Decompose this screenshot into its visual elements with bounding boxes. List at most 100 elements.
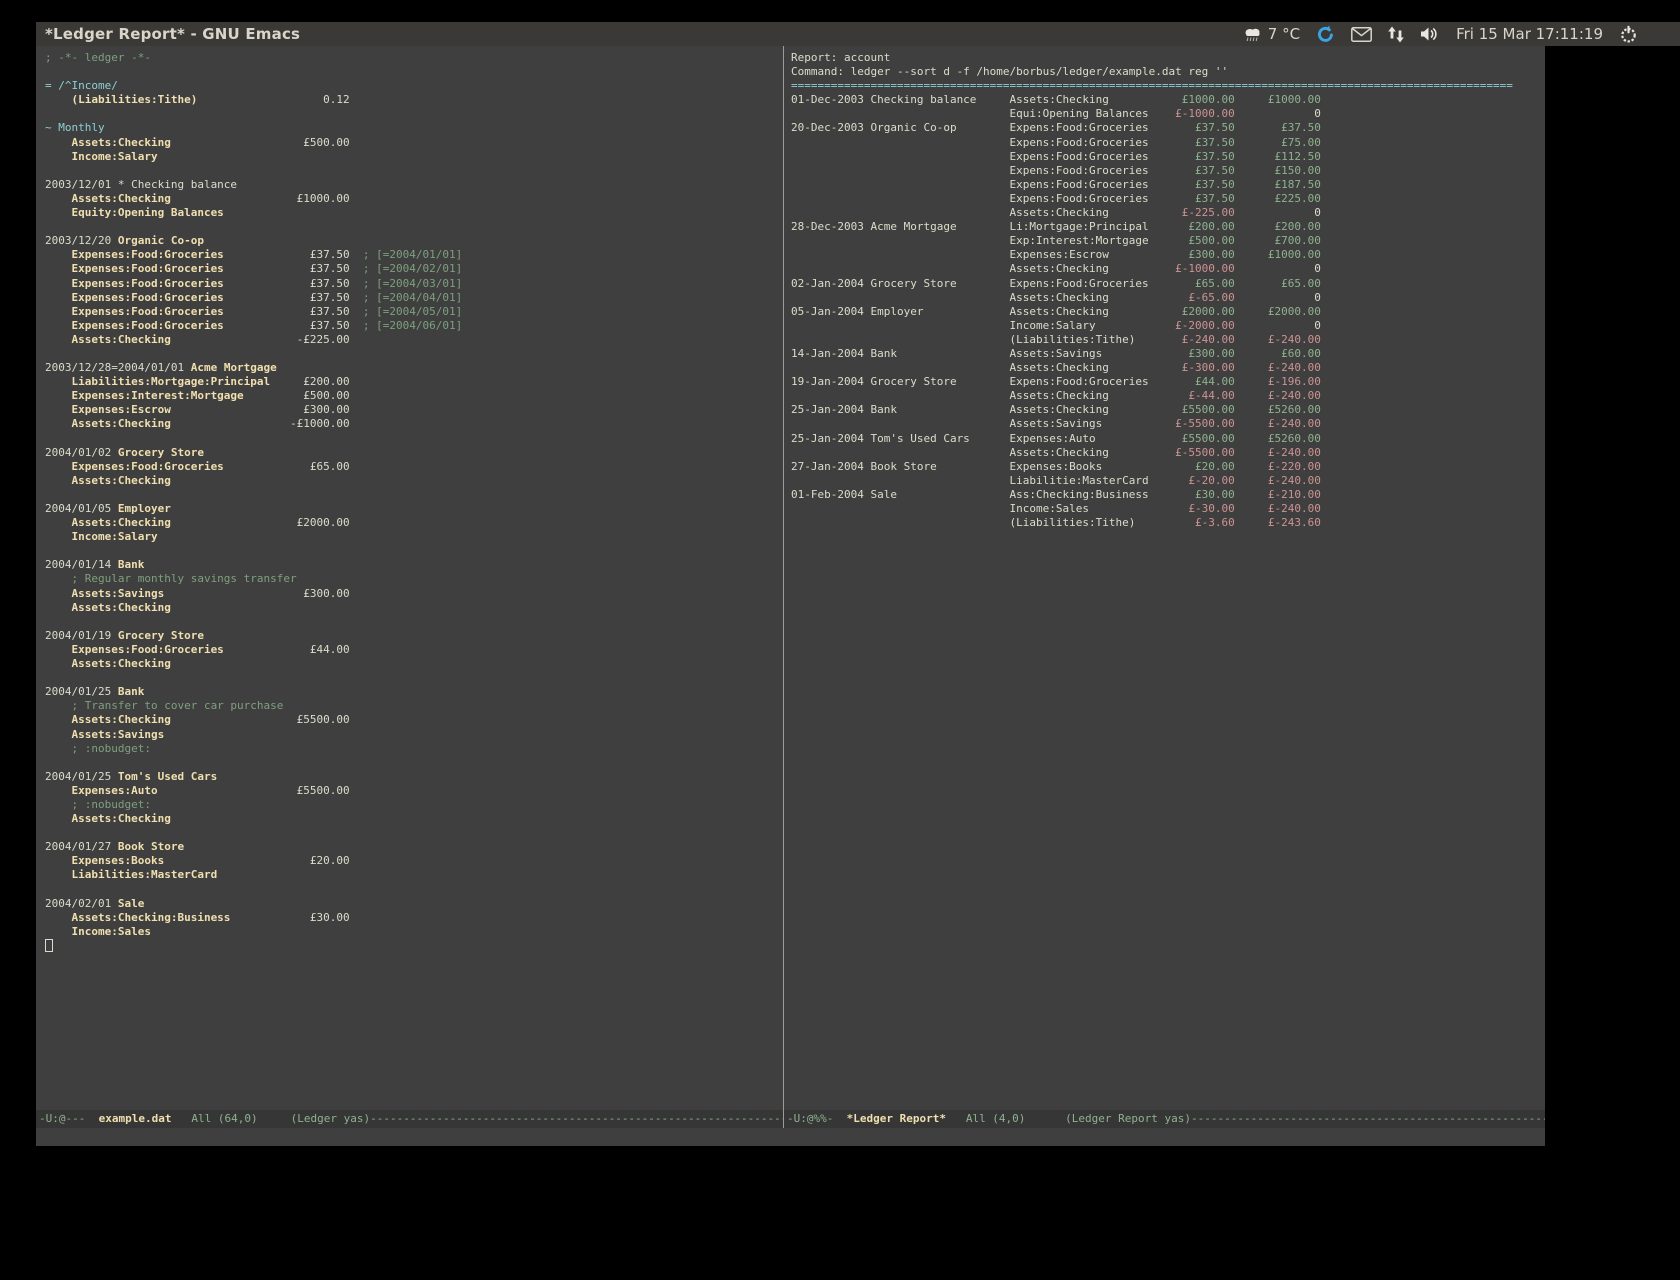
ledger-line: 2004/02/01 Sale	[45, 897, 783, 911]
text-segment: Assets:Checking	[1010, 305, 1149, 318]
text-segment: Expenses:Interest:Mortgage	[45, 389, 244, 402]
ledger-line: Assets:Checking £5500.00	[45, 713, 783, 727]
weather-widget[interactable]: 7 °C	[1243, 25, 1300, 43]
text-segment: Assets:Checking	[1010, 403, 1149, 416]
ledger-line: Assets:Checking	[45, 474, 783, 488]
text-segment: £-243.60	[1235, 516, 1321, 529]
text-segment: Expens:Food:Groceries	[1010, 192, 1149, 205]
text-segment: 2004/02/01	[45, 897, 118, 910]
text-segment: ; -*- ledger -*-	[45, 51, 151, 64]
ledger-line	[45, 939, 783, 955]
text-segment: 2003/12/28=2004/01/01	[45, 361, 191, 374]
text-segment: Expenses:Escrow	[45, 403, 171, 416]
report-line: Expens:Food:Groceries £37.50 £112.50	[791, 150, 1545, 164]
cloud-rain-icon	[1243, 26, 1263, 43]
text-segment: Income:Sales	[45, 925, 151, 938]
text-segment: £-220.00	[1235, 460, 1321, 473]
text-segment	[791, 248, 1010, 261]
text-segment: Liabilities:Mortgage:Principal	[45, 375, 270, 388]
text-segment: Expenses:Food:Groceries	[45, 291, 224, 304]
text-segment: £500.00	[1149, 234, 1235, 247]
text-segment: Expens:Food:Groceries	[1010, 277, 1149, 290]
ledger-line: ; Transfer to cover car purchase	[45, 699, 783, 713]
ledger-line: ~ Monthly	[45, 121, 783, 135]
text-segment: £37.50	[224, 291, 350, 304]
report-line: 27-Jan-2004 Book Store Expenses:Books £2…	[791, 460, 1545, 474]
text-segment: 0	[1235, 206, 1321, 219]
ledger-line: 2003/12/20 Organic Co-op	[45, 234, 783, 248]
text-segment: Income:Salary	[45, 150, 158, 163]
text-segment: £-3.60	[1149, 516, 1235, 529]
text-segment: £37.50	[224, 262, 350, 275]
text-segment: 2004/01/14	[45, 558, 118, 571]
text-segment: Bank	[118, 558, 145, 571]
text-segment: ; :nobudget:	[45, 798, 151, 811]
report-line: Command: ledger --sort d -f /home/borbus…	[791, 65, 1545, 79]
text-segment: Assets:Checking	[45, 192, 171, 205]
text-segment: ----------------------------------------…	[1191, 1112, 1545, 1125]
ledger-line: Expenses:Food:Groceries £44.00	[45, 643, 783, 657]
text-segment: Expens:Food:Groceries	[1010, 164, 1149, 177]
text-segment: Assets:Checking	[1010, 262, 1149, 275]
modeline-ledger-report[interactable]: -U:@%%- *Ledger Report* All (4,0) (Ledge…	[784, 1110, 1545, 1128]
ledger-line	[45, 347, 783, 361]
text-segment: £37.50	[1149, 121, 1235, 134]
text-segment: ; :nobudget:	[45, 742, 151, 755]
refresh-icon[interactable]	[1316, 25, 1335, 44]
text-segment: £65.00	[1149, 277, 1235, 290]
text-segment	[791, 262, 1010, 275]
report-line: Expens:Food:Groceries £37.50 £150.00	[791, 164, 1545, 178]
text-segment: 0	[1235, 291, 1321, 304]
text-segment: Assets:Savings	[45, 728, 164, 741]
text-segment: £37.50	[224, 319, 350, 332]
text-segment: = /^Income/	[45, 79, 118, 92]
mail-icon[interactable]	[1351, 27, 1372, 42]
text-segment: Exp:Interest:Mortgage	[1010, 234, 1149, 247]
network-arrows-icon[interactable]	[1388, 26, 1404, 43]
ledger-line: Assets:Checking -£1000.00	[45, 417, 783, 431]
report-line: Income:Salary £-2000.00 0	[791, 319, 1545, 333]
text-segment: £-196.00	[1235, 375, 1321, 388]
ledger-line: Expenses:Food:Groceries £37.50 ; [=2004/…	[45, 262, 783, 276]
text-segment	[791, 502, 1010, 515]
ledger-line: Assets:Checking £1000.00	[45, 192, 783, 206]
text-segment: Income:Salary	[1010, 319, 1149, 332]
text-segment: 19-Jan-2004 Grocery Store	[791, 375, 1010, 388]
volume-icon[interactable]	[1420, 26, 1440, 42]
text-segment: 2004/01/27	[45, 840, 118, 853]
text-segment: £2000.00	[1149, 305, 1235, 318]
text-segment: Expenses:Food:Groceries	[45, 262, 224, 275]
report-line: Equi:Opening Balances £-1000.00 0	[791, 107, 1545, 121]
text-segment: Assets:Checking	[45, 136, 171, 149]
text-segment: £300.00	[164, 587, 349, 600]
clock[interactable]: Fri 15 Mar 17:11:19	[1456, 25, 1603, 43]
text-segment: Assets:Checking	[45, 812, 171, 825]
text-segment: £1000.00	[1235, 93, 1321, 106]
report-line: Exp:Interest:Mortgage £500.00 £700.00	[791, 234, 1545, 248]
echo-area[interactable]	[36, 1128, 1545, 1146]
text-segment: £200.00	[270, 375, 349, 388]
modeline-example-dat[interactable]: -U:@--- example.dat All (64,0) (Ledger y…	[36, 1110, 783, 1128]
ledger-line: 2004/01/19 Grocery Store	[45, 629, 783, 643]
report-line: 01-Feb-2004 Sale Ass:Checking:Business £…	[791, 488, 1545, 502]
ledger-line: Income:Sales	[45, 925, 783, 939]
text-segment: £2000.00	[171, 516, 350, 529]
text-segment: Expens:Food:Groceries	[1010, 150, 1149, 163]
text-segment: 2004/01/05	[45, 502, 118, 515]
buffer-example-dat[interactable]: ; -*- ledger -*- = /^Income/ (Liabilitie…	[36, 46, 783, 1110]
text-segment: £75.00	[1235, 136, 1321, 149]
report-line: ========================================…	[791, 79, 1545, 93]
power-icon[interactable]	[1619, 25, 1638, 44]
ledger-line: Expenses:Interest:Mortgage £500.00	[45, 389, 783, 403]
buffer-ledger-report[interactable]: Report: accountCommand: ledger --sort d …	[784, 46, 1545, 1110]
text-segment	[791, 192, 1010, 205]
text-segment	[791, 291, 1010, 304]
text-segment: 2003/12/01 * Checking balance	[45, 178, 237, 191]
text-segment	[791, 474, 1010, 487]
text-segment: £37.50	[1149, 192, 1235, 205]
text-segment: ; Regular monthly savings transfer	[45, 572, 297, 585]
report-line: 19-Jan-2004 Grocery Store Expens:Food:Gr…	[791, 375, 1545, 389]
text-segment: Expenses:Food:Groceries	[45, 319, 224, 332]
text-segment: ; [=2004/05/01]	[350, 305, 463, 318]
text-segment: Expens:Food:Groceries	[1010, 121, 1149, 134]
